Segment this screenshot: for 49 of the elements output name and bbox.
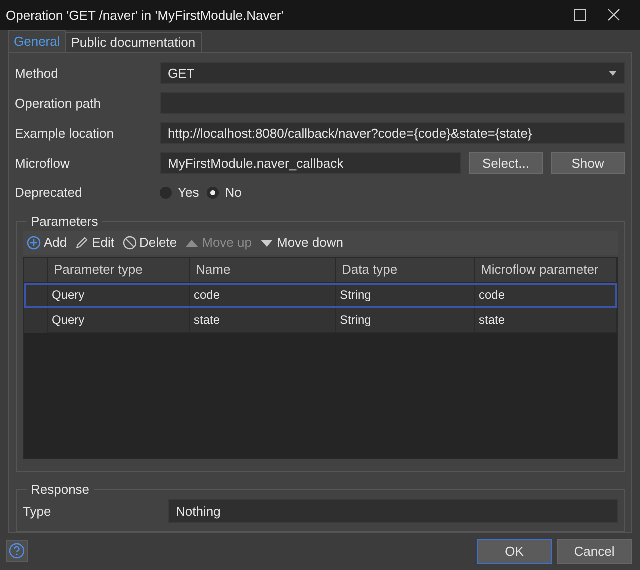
circle-slash-icon (122, 236, 137, 250)
caret-icon (609, 70, 617, 76)
type-field[interactable]: Nothing (168, 499, 618, 523)
toolbar-button[interactable]: Edit (75, 235, 115, 250)
group-title: Parameters (30, 214, 100, 229)
column-header[interactable]: Name (190, 258, 336, 283)
help-icon (9, 543, 25, 559)
table-cell: String (336, 308, 475, 333)
row-header (24, 282, 48, 308)
toolbar-button[interactable]: Move down (260, 235, 344, 250)
table-cell: code (475, 282, 617, 308)
dialog-button[interactable]: Cancel (557, 538, 632, 564)
table-cell: state (475, 308, 617, 333)
maximize-icon[interactable] (574, 9, 586, 21)
pencil-icon (75, 236, 90, 250)
table-row[interactable]: Query code String code (24, 282, 617, 308)
field-label: Operation path (15, 96, 102, 110)
field-label: Microflow (15, 156, 71, 170)
table-cell: state (190, 308, 336, 333)
microflow-field[interactable]: MyFirstModule.naver_callback (160, 152, 461, 174)
radio-button[interactable] (160, 186, 172, 199)
window-title: Operation 'GET /naver' in 'MyFirstModule.Naver' (6, 8, 285, 22)
close-icon[interactable] (608, 9, 620, 21)
field-label: Method (15, 66, 60, 80)
toolbar-button[interactable]: Delete (122, 235, 178, 250)
field-label: Example location (15, 126, 115, 140)
input-field[interactable]: http://localhost:8080/callback/naver?code={code}&state={state} (160, 122, 625, 144)
field-label: Type (23, 504, 52, 518)
radio-label: No (225, 185, 242, 200)
help-button[interactable] (6, 540, 28, 562)
table-cell: Query (48, 308, 190, 333)
radio-label: Yes (178, 185, 200, 200)
toolbar-button[interactable]: Add (27, 235, 68, 250)
table-cell: String (336, 282, 475, 308)
method-dropdown[interactable]: GET (160, 62, 625, 84)
field-label: Deprecated (15, 185, 84, 200)
column-header[interactable]: Microflow parameter (475, 258, 617, 283)
tab[interactable]: Public documentation (65, 32, 202, 52)
table-cell: Query (48, 282, 190, 308)
table-cell: code (190, 282, 336, 308)
picker-button[interactable]: Select... (469, 152, 543, 174)
radio-button[interactable] (207, 186, 220, 199)
group-title: Response (30, 482, 91, 497)
picker-button[interactable]: Show (551, 152, 625, 174)
table-row[interactable]: Query state String state (24, 308, 617, 333)
column-header[interactable]: Parameter type (48, 258, 190, 283)
column-header[interactable]: Data type (336, 258, 475, 283)
add-icon (27, 236, 41, 250)
dialog-button[interactable]: OK (477, 538, 552, 564)
